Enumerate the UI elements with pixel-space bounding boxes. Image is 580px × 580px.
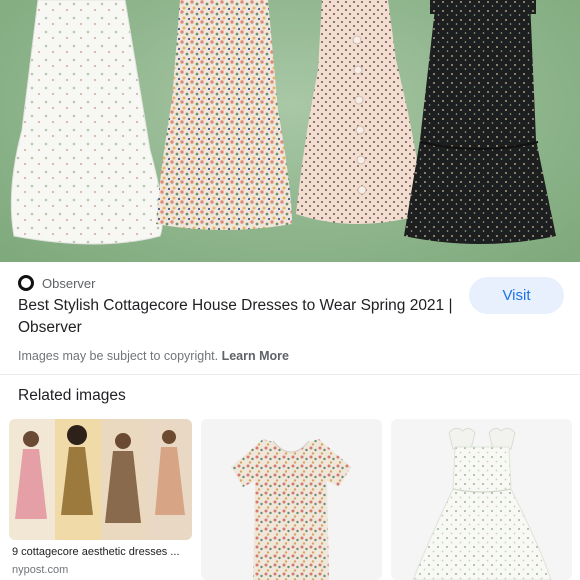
related-image-2[interactable]: [201, 419, 382, 580]
white-smocked-dress-image: [412, 427, 552, 580]
related-image-1-source: nypost.com: [12, 564, 69, 576]
related-images-heading: Related images: [18, 387, 126, 404]
related-image-3[interactable]: [391, 419, 572, 580]
copyright-text: Images may be subject to copyright.: [18, 349, 219, 363]
floral-short-dress-image: [231, 439, 351, 580]
visit-button[interactable]: Visit: [469, 277, 564, 314]
source-name: Observer: [42, 275, 96, 291]
related-image-1[interactable]: [9, 419, 192, 540]
observer-logo-icon: [18, 275, 34, 291]
divider: [0, 374, 580, 375]
main-result-image[interactable]: [0, 0, 580, 262]
learn-more-link[interactable]: Learn More: [222, 349, 289, 363]
related-image-1-caption[interactable]: 9 cottagecore aesthetic dresses ...: [12, 546, 190, 558]
result-title[interactable]: Best Stylish Cottagecore House Dresses t…: [18, 295, 458, 339]
models-collage-image: [9, 419, 192, 540]
dresses-illustration: [10, 0, 556, 245]
copyright-notice: Images may be subject to copyright. Lear…: [18, 349, 289, 363]
source-row[interactable]: Observer: [18, 274, 95, 292]
